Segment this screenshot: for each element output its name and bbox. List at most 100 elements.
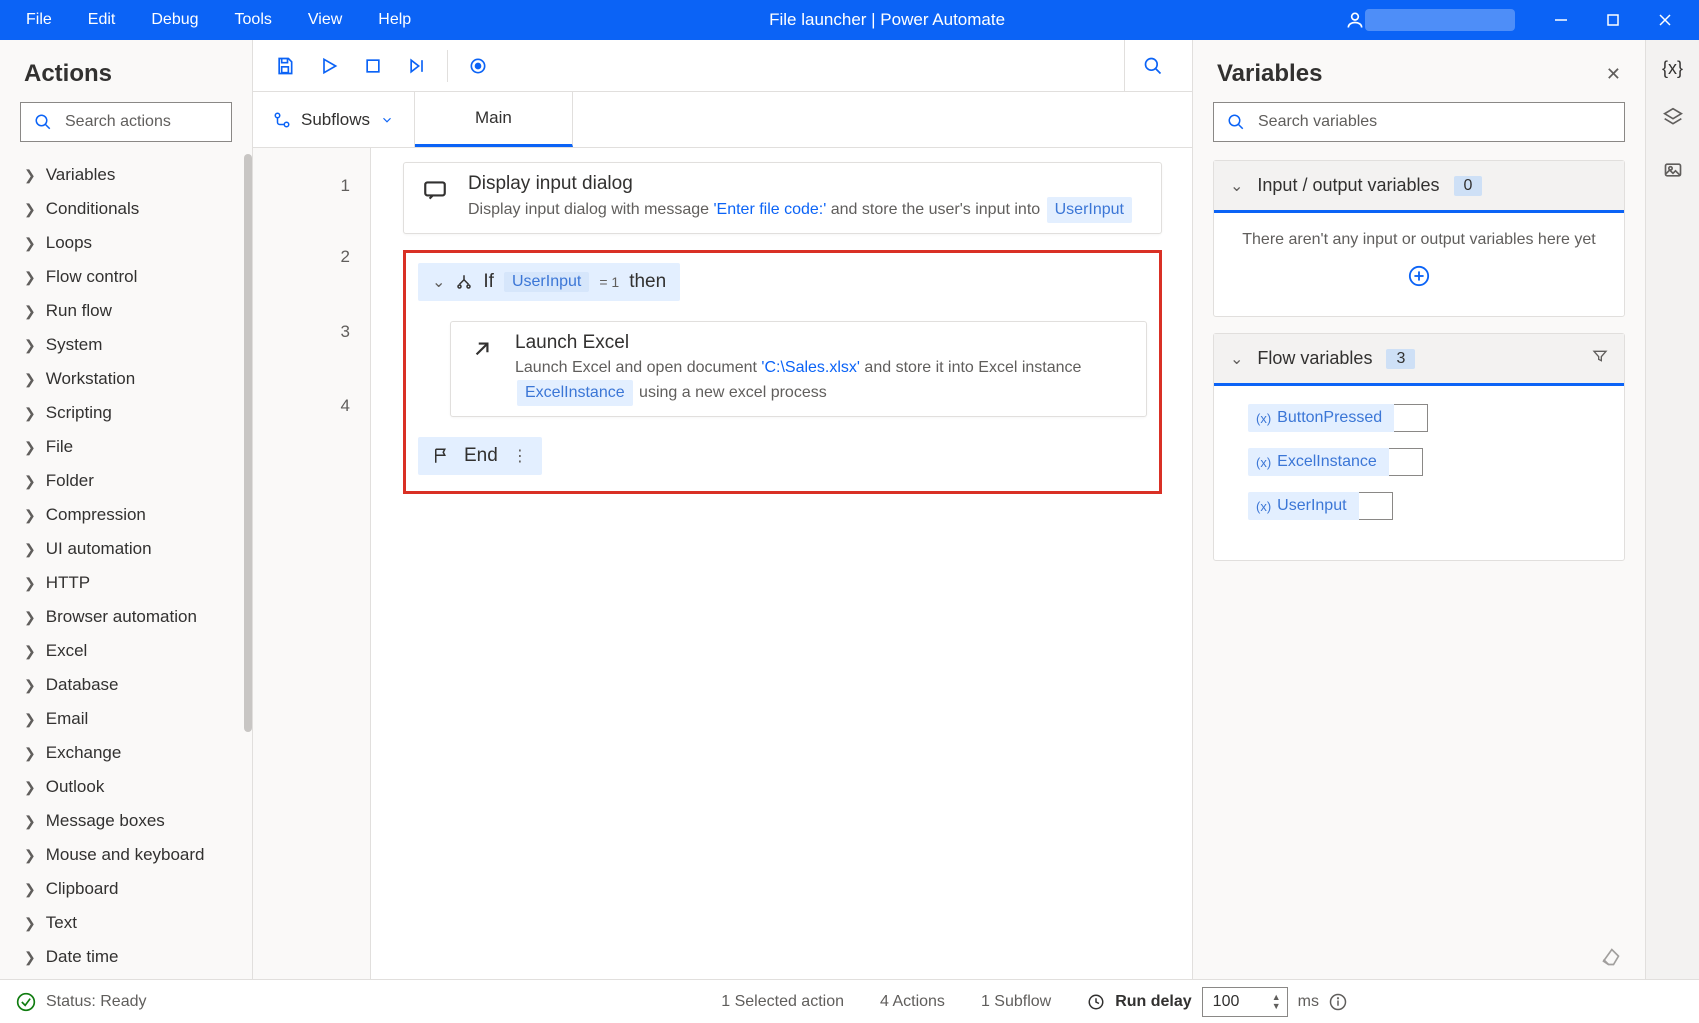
variable-row[interactable]: (x)ExcelInstance: [1248, 448, 1608, 476]
variable-value-field[interactable]: [1389, 448, 1423, 476]
close-panel-button[interactable]: ✕: [1606, 64, 1621, 85]
close-button[interactable]: [1639, 0, 1691, 40]
actions-category[interactable]: ❯HTTP: [12, 566, 252, 600]
chevron-right-icon: ❯: [24, 847, 36, 864]
run-delay-value: 100: [1213, 993, 1240, 1011]
menu-bar: File Edit Debug Tools View Help: [8, 3, 429, 37]
actions-category[interactable]: ❯Database: [12, 668, 252, 702]
add-io-variable-button[interactable]: [1230, 265, 1608, 292]
chevron-right-icon: ❯: [24, 745, 36, 762]
action-title: Display input dialog: [468, 173, 1134, 195]
variable-name: ButtonPressed: [1277, 409, 1382, 427]
action-launch-excel[interactable]: Launch Excel Launch Excel and open docum…: [450, 321, 1147, 417]
menu-view[interactable]: View: [290, 3, 360, 37]
user-icon[interactable]: [1345, 10, 1365, 30]
menu-file[interactable]: File: [8, 3, 70, 37]
actions-category[interactable]: ❯File: [12, 430, 252, 464]
step-button[interactable]: [397, 46, 437, 86]
record-button[interactable]: [458, 46, 498, 86]
variable-value-field[interactable]: [1359, 492, 1393, 520]
subflows-dropdown[interactable]: Subflows: [253, 92, 415, 147]
save-button[interactable]: [265, 46, 305, 86]
actions-category[interactable]: ❯Workstation: [12, 362, 252, 396]
clock-icon: [1087, 993, 1105, 1011]
images-rail-button[interactable]: [1663, 160, 1683, 185]
category-label: Outlook: [46, 777, 105, 797]
actions-category[interactable]: ❯System: [12, 328, 252, 362]
minimize-button[interactable]: [1535, 0, 1587, 40]
actions-category[interactable]: ❯Conditionals: [12, 192, 252, 226]
stop-button[interactable]: [353, 46, 393, 86]
line-number: 2: [341, 224, 350, 290]
actions-category[interactable]: ❯Variables: [12, 158, 252, 192]
actions-category[interactable]: ❯Compression: [12, 498, 252, 532]
actions-category[interactable]: ❯Loops: [12, 226, 252, 260]
actions-category[interactable]: ❯Exchange: [12, 736, 252, 770]
flow-variables-count: 3: [1386, 349, 1415, 369]
more-icon[interactable]: ⋮: [512, 446, 528, 466]
actions-category[interactable]: ❯Text: [12, 906, 252, 940]
actions-category[interactable]: ❯Run flow: [12, 294, 252, 328]
menu-edit[interactable]: Edit: [70, 3, 134, 37]
category-label: System: [46, 335, 103, 355]
maximize-button[interactable]: [1587, 0, 1639, 40]
actions-category[interactable]: ❯ Message boxes: [12, 804, 252, 838]
actions-category[interactable]: ❯Email: [12, 702, 252, 736]
run-delay-input[interactable]: 100 ▲▼: [1202, 987, 1288, 1017]
layers-rail-button[interactable]: [1663, 107, 1683, 132]
variables-search-input[interactable]: [1213, 102, 1625, 142]
info-icon[interactable]: [1329, 993, 1347, 1011]
actions-list[interactable]: ❯Variables ❯Conditionals ❯Loops ❯Flow co…: [0, 154, 252, 979]
variable-icon: (x): [1256, 499, 1271, 514]
actions-category[interactable]: ❯Flow control: [12, 260, 252, 294]
actions-panel: Actions ❯Variables ❯Conditionals ❯Loops …: [0, 40, 253, 979]
flow-canvas[interactable]: 1 2 3 4 Display input dialog Display inp…: [253, 148, 1192, 979]
actions-category[interactable]: ❯Excel: [12, 634, 252, 668]
variable-row[interactable]: (x) ButtonPressed: [1248, 404, 1608, 432]
search-button[interactable]: [1124, 40, 1180, 92]
variables-panel: Variables ✕ ⌄ Input / output variables 0…: [1193, 40, 1645, 979]
scrollbar-thumb[interactable]: [244, 154, 252, 732]
variables-rail-button[interactable]: {x}: [1662, 58, 1683, 79]
chevron-down-icon: ⌄: [1230, 349, 1243, 369]
actions-category[interactable]: ❯Folder: [12, 464, 252, 498]
action-end[interactable]: End ⋮: [418, 437, 542, 475]
menu-tools[interactable]: Tools: [217, 3, 290, 37]
action-display-input-dialog[interactable]: Display input dialog Display input dialo…: [403, 162, 1162, 234]
selection-highlight: ⌄ If UserInput = 1 then Launch Excel Lau…: [403, 250, 1162, 494]
io-variables-header[interactable]: ⌄ Input / output variables 0: [1214, 161, 1624, 213]
io-variables-title: Input / output variables: [1257, 175, 1439, 196]
spinner-down[interactable]: ▼: [1272, 1002, 1281, 1011]
collapse-icon[interactable]: ⌄: [432, 272, 445, 292]
flow-variables-header[interactable]: ⌄ Flow variables 3: [1214, 334, 1624, 386]
eraser-icon[interactable]: [1601, 947, 1621, 967]
variable-value-field[interactable]: [1394, 404, 1428, 432]
io-variables-empty: There aren't any input or output variabl…: [1230, 231, 1608, 249]
category-label: Browser automation: [46, 607, 197, 627]
actions-category[interactable]: ❯Outlook: [12, 770, 252, 804]
menu-help[interactable]: Help: [360, 3, 429, 37]
status-ok-icon: [16, 992, 36, 1012]
chevron-down-icon: ⌄: [1230, 176, 1243, 196]
status-selected: 1 Selected action: [721, 993, 844, 1011]
category-label: Date time: [46, 947, 119, 967]
variable-icon: (x): [1256, 411, 1271, 426]
actions-category[interactable]: ❯Scripting: [12, 396, 252, 430]
actions-category[interactable]: ❯UI automation: [12, 532, 252, 566]
chevron-right-icon: ❯: [24, 813, 36, 830]
filter-icon[interactable]: [1592, 348, 1608, 369]
branch-icon: [455, 273, 473, 291]
actions-category[interactable]: ❯Browser automation: [12, 600, 252, 634]
actions-category[interactable]: ❯Date time: [12, 940, 252, 974]
actions-category[interactable]: ❯PDF: [12, 974, 252, 979]
category-label: Message boxes: [46, 811, 165, 831]
dialog-icon: [422, 177, 450, 205]
run-button[interactable]: [309, 46, 349, 86]
variable-row[interactable]: (x)UserInput: [1248, 492, 1608, 520]
menu-debug[interactable]: Debug: [133, 3, 216, 37]
actions-category[interactable]: ❯Mouse and keyboard: [12, 838, 252, 872]
action-if[interactable]: ⌄ If UserInput = 1 then: [418, 263, 680, 301]
tab-main[interactable]: Main: [415, 92, 573, 147]
run-delay-unit: ms: [1298, 993, 1319, 1011]
actions-category[interactable]: ❯Clipboard: [12, 872, 252, 906]
